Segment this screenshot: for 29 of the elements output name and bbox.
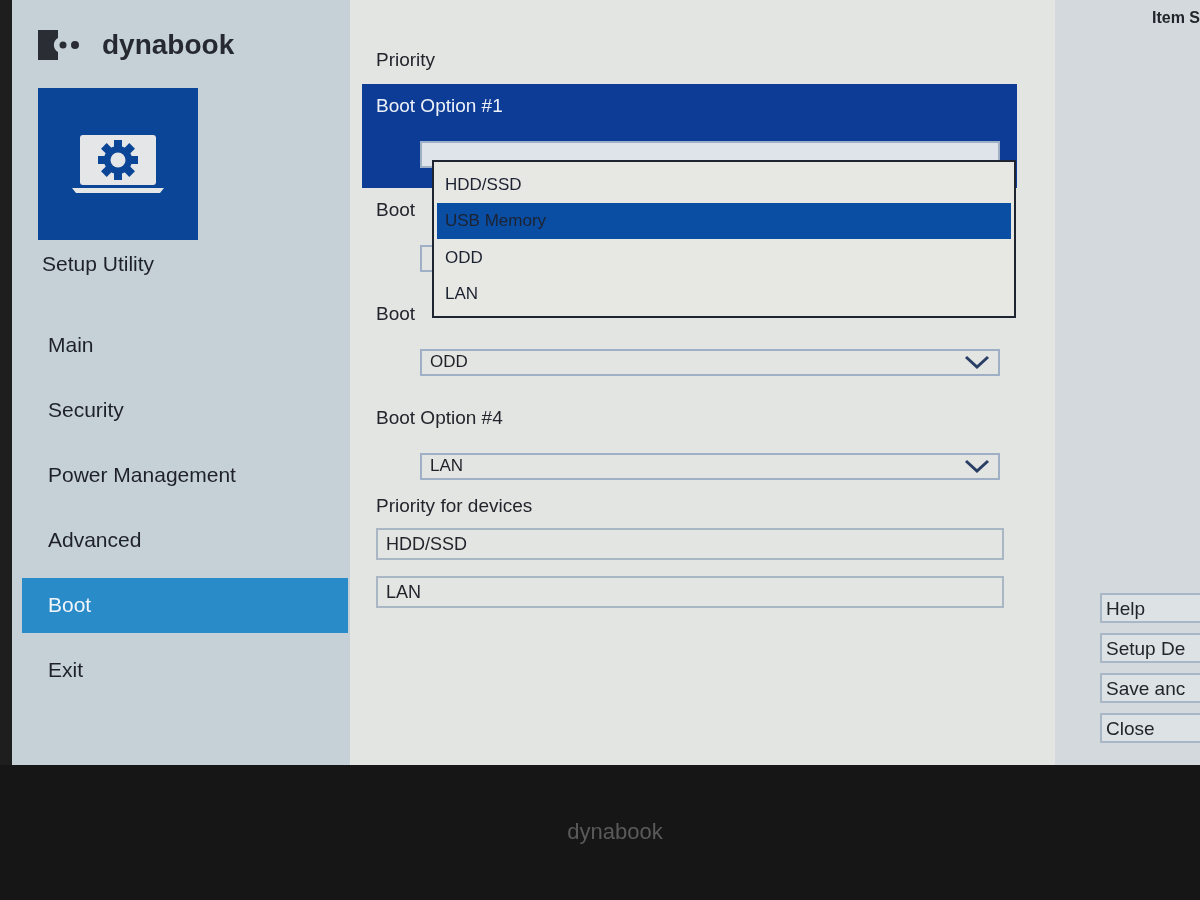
chevron-down-icon [964, 459, 990, 473]
panel-button[interactable]: Save anc [1100, 673, 1200, 703]
boot-option-label: Boot [376, 198, 416, 222]
panel-button[interactable]: Setup De [1100, 633, 1200, 663]
device-field[interactable]: LAN [376, 576, 1004, 608]
sidebar-item[interactable]: Security [22, 382, 348, 438]
boot-option-label: Boot Option #4 [376, 406, 503, 430]
section-heading: Priority [376, 48, 437, 72]
boot-option-label: Boot Option #1 [376, 94, 503, 118]
dropdown-field[interactable]: ODD [420, 348, 1000, 376]
sidebar-item[interactable]: Power Management [22, 447, 348, 503]
laptop-gear-icon [72, 133, 164, 195]
sidebar-title: Setup Utility [42, 251, 156, 277]
boot-option-label: Boot [376, 302, 416, 326]
dropdown-option[interactable]: HDD/SSD [437, 166, 1011, 203]
bezel-logo: dynabook [567, 818, 663, 846]
sidebar-item[interactable]: Main [22, 317, 348, 373]
section-heading: Priority for devices [376, 494, 534, 518]
dropdown-field[interactable]: LAN [420, 452, 1000, 480]
panel-title: Item S [1152, 8, 1200, 28]
sidebar-item[interactable]: Advanced [22, 512, 348, 568]
device-field[interactable]: HDD/SSD [376, 528, 1004, 560]
dropdown-option[interactable]: ODD [437, 239, 1011, 276]
panel-button[interactable]: Help [1100, 593, 1200, 623]
panel-button[interactable]: Close [1100, 713, 1200, 743]
chevron-down-icon [964, 355, 990, 369]
sidebar-item[interactable]: Exit [22, 642, 348, 698]
brand-name: dynabook [102, 31, 235, 59]
dropdown-option[interactable]: LAN [437, 275, 1011, 312]
